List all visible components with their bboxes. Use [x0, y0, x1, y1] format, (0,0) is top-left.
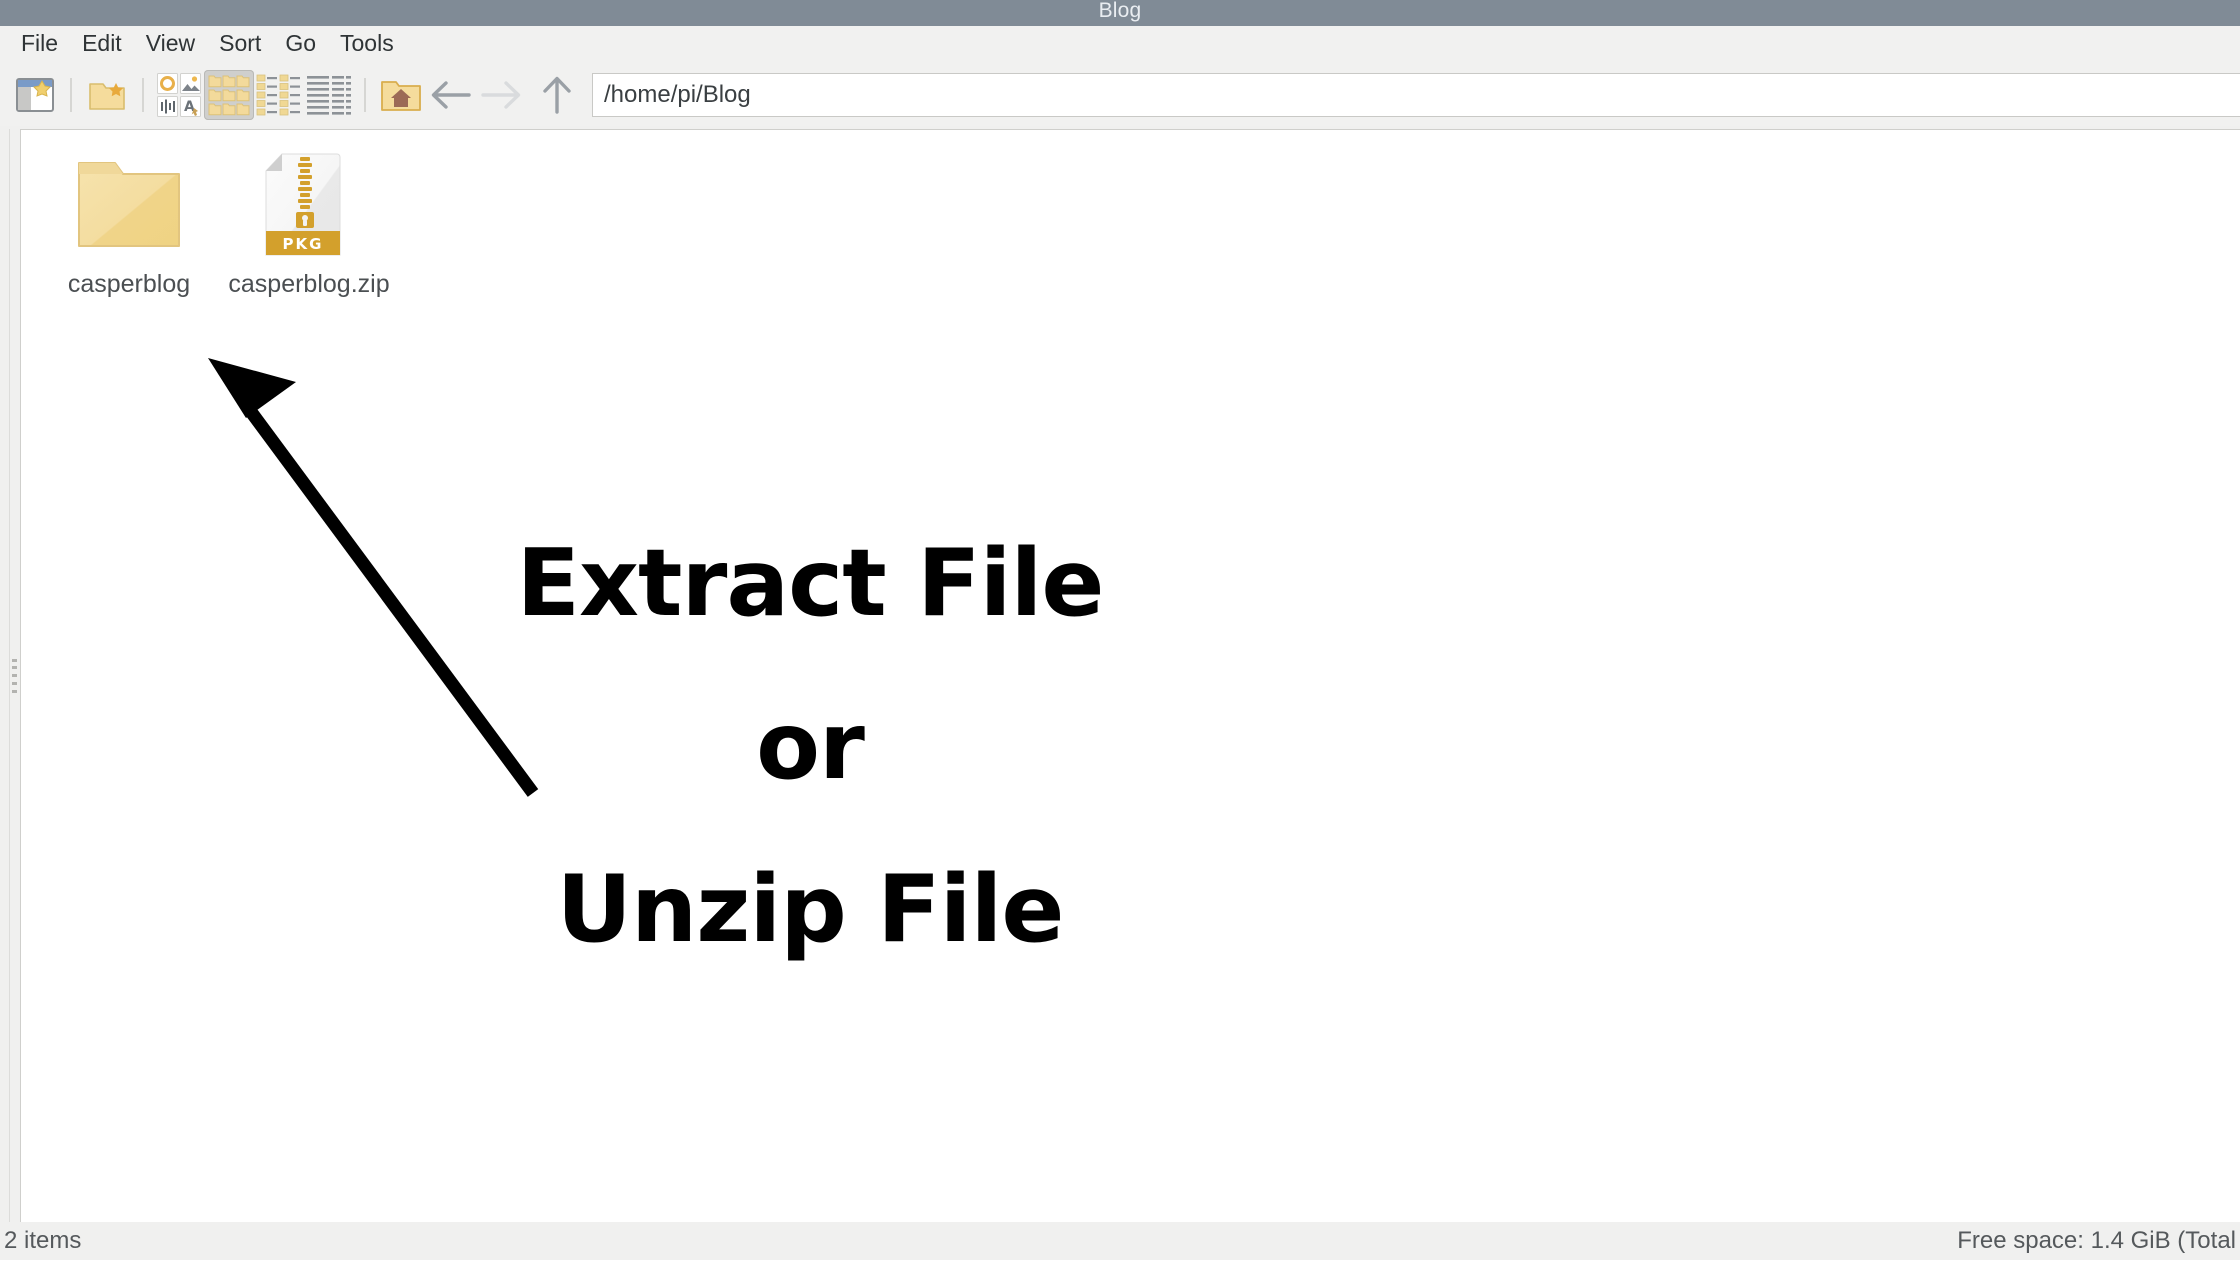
forward-arrow-icon [481, 81, 521, 109]
thumbnail-view-icon: A [157, 73, 201, 117]
archive-badge-label: PKG [283, 235, 324, 253]
up-button[interactable] [532, 70, 582, 120]
up-arrow-icon [543, 76, 571, 114]
menu-item-edit[interactable]: Edit [70, 28, 134, 61]
window-title: Blog [1098, 0, 1142, 22]
status-free-space: Free space: 1.4 GiB (Total [1957, 1227, 2236, 1254]
thumbnail-view-button[interactable]: A [154, 70, 204, 120]
file-icon-container: PKG [254, 150, 364, 262]
file-icon-grid: casperblog PKG casperblog.zip [21, 130, 2240, 309]
folder-icon [78, 162, 180, 247]
compact-list-view-button[interactable] [254, 70, 304, 120]
file-name-label: casperblog [67, 270, 191, 298]
file-item-folder[interactable]: casperblog [39, 144, 219, 309]
new-folder-button[interactable] [82, 70, 132, 120]
icon-view-button[interactable] [204, 70, 254, 120]
back-arrow-icon [431, 81, 471, 109]
file-icon-container [74, 150, 184, 262]
window-titlebar[interactable]: Blog [0, 0, 2240, 26]
menu-bar: File Edit View Sort Go Tools [0, 26, 2240, 64]
home-button[interactable] [376, 70, 426, 120]
menu-item-tools[interactable]: Tools [328, 28, 406, 61]
path-value: /home/pi/Blog [604, 81, 751, 108]
status-bar: 2 items Free space: 1.4 GiB (Total [0, 1222, 2240, 1260]
file-name-label: casperblog.zip [228, 270, 390, 298]
menu-item-sort[interactable]: Sort [207, 28, 273, 61]
new-window-icon [16, 78, 54, 112]
file-list-pane[interactable]: casperblog PKG casperblog.zip [20, 129, 2240, 1222]
file-manager-window: Blog File Edit View Sort Go Tools A /hom… [0, 0, 2240, 1260]
path-input[interactable]: /home/pi/Blog [592, 73, 2240, 117]
toolbar: A /home/pi/Blog [0, 64, 2240, 126]
content-area: casperblog PKG casperblog.zip [0, 126, 2240, 1222]
detailed-list-view-button[interactable] [304, 70, 354, 120]
zip-archive-icon: PKG [265, 153, 341, 256]
icon-view-icon [208, 75, 250, 116]
home-folder-icon [381, 81, 421, 111]
menu-item-file[interactable]: File [9, 28, 70, 61]
back-button[interactable] [426, 70, 476, 120]
new-folder-icon [89, 83, 125, 110]
detailed-list-view-icon [307, 76, 351, 115]
forward-button[interactable] [476, 70, 526, 120]
splitter-grip-icon [12, 658, 17, 693]
places-sidebar [0, 129, 9, 1222]
menu-item-view[interactable]: View [134, 28, 207, 61]
file-item-archive[interactable]: PKG casperblog.zip [219, 144, 399, 309]
status-item-count: 2 items [4, 1227, 82, 1254]
compact-list-view-icon [256, 74, 300, 116]
toolbar-separator [364, 78, 366, 112]
new-window-button[interactable] [10, 70, 60, 120]
toolbar-separator [70, 78, 72, 112]
pane-splitter[interactable] [9, 129, 20, 1222]
toolbar-separator [142, 78, 144, 112]
menu-item-go[interactable]: Go [273, 28, 328, 61]
